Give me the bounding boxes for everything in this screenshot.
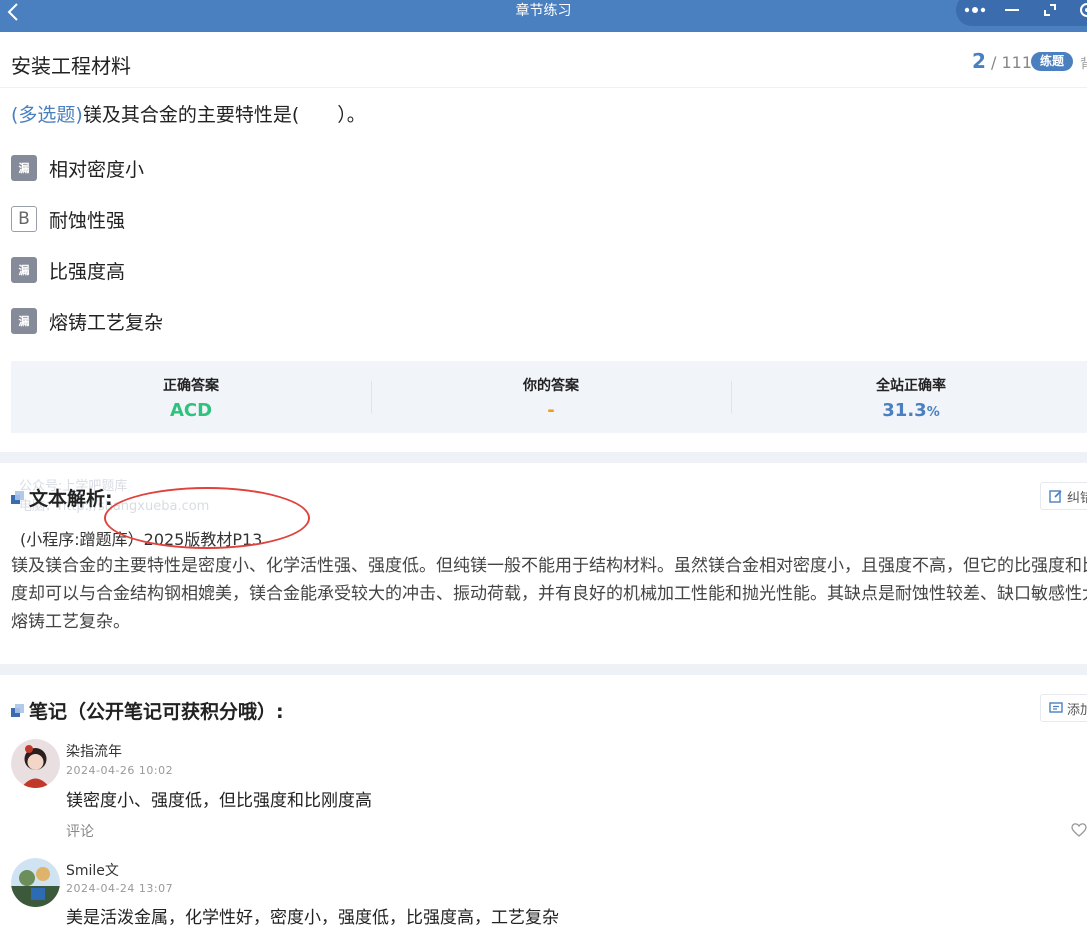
your-answer-value: -: [371, 400, 731, 421]
notes-title-text: 笔记（公开笔记可获积分哦）:: [29, 697, 284, 724]
correct-answer-label: 正确答案: [11, 375, 371, 395]
question-stem: (多选题)镁及其合金的主要特性是( ）。: [11, 100, 366, 127]
add-note-label: 添加: [1067, 699, 1087, 718]
analysis-title: 文本解析:: [11, 484, 113, 511]
avatar[interactable]: [11, 858, 60, 907]
missed-badge-icon: 漏: [11, 155, 37, 181]
option-text: 比强度高: [49, 257, 125, 284]
practice-mode-toggle[interactable]: 练题: [1031, 52, 1073, 71]
option-c[interactable]: 漏 比强度高: [11, 255, 125, 285]
option-letter-badge: B: [11, 206, 37, 232]
answer-summary-panel: 正确答案 ACD 你的答案 - 全站正确率 31.3%: [11, 361, 1087, 433]
top-nav-bar: 章节练习: [0, 0, 1087, 32]
report-error-label: 纠错: [1067, 487, 1087, 506]
analysis-title-text: 文本解析:: [29, 484, 113, 511]
mini-program-capsule: [956, 0, 1087, 26]
missed-badge-icon: 漏: [11, 308, 37, 334]
question-counter: 2 / 111: [972, 49, 1032, 73]
option-text: 熔铸工艺复杂: [49, 308, 163, 335]
option-text: 相对密度小: [49, 155, 144, 182]
expand-icon[interactable]: [1031, 0, 1069, 26]
your-answer-block: 你的答案 -: [371, 361, 731, 433]
correct-answer-block: 正确答案 ACD: [11, 361, 371, 433]
question-type-label: (多选题): [11, 104, 83, 126]
close-circle-icon[interactable]: [1069, 0, 1087, 26]
report-error-button[interactable]: 纠错: [1040, 482, 1087, 510]
add-note-button[interactable]: 添加: [1040, 694, 1087, 722]
heart-icon[interactable]: [1070, 821, 1087, 839]
option-d[interactable]: 漏 熔铸工艺复杂: [11, 306, 163, 336]
note-timestamp: 2024-04-26 10:02: [66, 764, 173, 777]
note-timestamp: 2024-04-24 13:07: [66, 882, 173, 895]
note-author[interactable]: Smile文: [66, 860, 119, 880]
accuracy-rate-label: 全站正确率: [731, 375, 1087, 395]
accuracy-rate-block: 全站正确率 31.3%: [731, 361, 1087, 433]
section-square-icon: [11, 704, 25, 718]
accuracy-rate-number: 31.3: [882, 400, 926, 421]
section-divider: [0, 452, 1087, 463]
your-answer-label: 你的答案: [371, 375, 731, 395]
comment-link[interactable]: 评论: [66, 821, 94, 841]
accuracy-rate-value: 31.3%: [731, 400, 1087, 421]
total-questions: / 111: [991, 53, 1032, 72]
avatar[interactable]: [11, 739, 60, 788]
correct-answer-value: ACD: [11, 400, 371, 421]
memorize-mode-toggle[interactable]: 背: [1080, 53, 1087, 72]
option-b[interactable]: B 耐蚀性强: [11, 204, 125, 234]
edit-icon: [1049, 489, 1063, 503]
option-text: 耐蚀性强: [49, 206, 125, 233]
note-content: 美是活泼金属，化学性好，密度小，强度低，比强度高，工艺复杂: [66, 903, 559, 928]
note-author[interactable]: 染指流年: [66, 741, 122, 761]
note-icon: [1049, 701, 1063, 715]
missed-badge-icon: 漏: [11, 257, 37, 283]
notes-title: 笔记（公开笔记可获积分哦）:: [11, 697, 284, 724]
section-divider: [0, 664, 1087, 675]
option-a[interactable]: 漏 相对密度小: [11, 153, 144, 183]
note-content: 镁密度小、强度低，但比强度和比刚度高: [66, 786, 372, 811]
red-annotation-circle: [104, 487, 310, 549]
subject-title: 安装工程材料: [11, 50, 131, 79]
question-header: 安装工程材料 2 / 111 练题 背: [0, 33, 1087, 88]
current-question-number: 2: [972, 49, 986, 73]
section-square-icon: [11, 491, 25, 505]
percent-sign: %: [927, 405, 940, 420]
minimize-icon[interactable]: [994, 0, 1032, 26]
more-dots-icon[interactable]: [956, 0, 994, 26]
analysis-body: 镁及镁合金的主要特性是密度小、化学活性强、强度低。但纯镁一般不能用于结构材料。虽…: [11, 552, 1087, 636]
nav-title: 章节练习: [0, 0, 1087, 22]
question-text: 镁及其合金的主要特性是( ）。: [83, 104, 366, 126]
